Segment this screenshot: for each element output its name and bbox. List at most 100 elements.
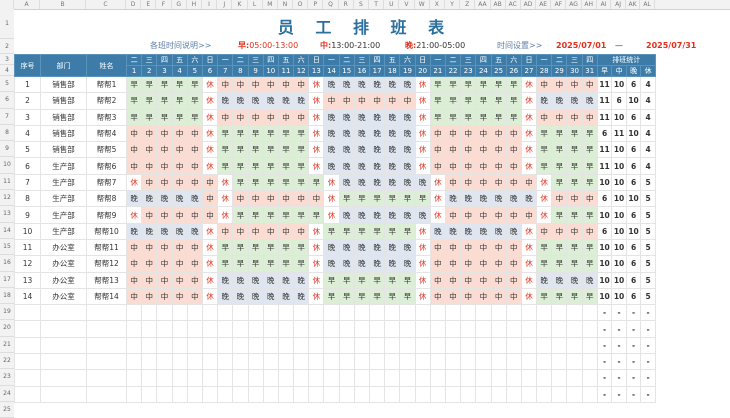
- cell-shift[interactable]: 晚: [353, 157, 371, 175]
- cell-shift[interactable]: 晚: [141, 190, 158, 208]
- cell-shift[interactable]: 晚: [338, 255, 355, 273]
- cell-shift[interactable]: 休: [414, 124, 431, 143]
- cell-shift[interactable]: 早: [551, 124, 568, 143]
- empty-cell[interactable]: [40, 369, 87, 387]
- cell-shift[interactable]: 早: [171, 92, 188, 110]
- cell-shift[interactable]: 中: [201, 190, 219, 208]
- empty-cell[interactable]: [475, 353, 492, 371]
- row-header-24[interactable]: 24: [0, 385, 14, 402]
- cell-stat[interactable]: 4: [640, 157, 656, 175]
- cell-stat[interactable]: 10: [611, 287, 627, 306]
- empty-cell[interactable]: [40, 353, 87, 371]
- empty-cell[interactable]: [536, 320, 553, 338]
- cell-shift[interactable]: 中: [186, 173, 203, 192]
- empty-cell[interactable]: [277, 353, 295, 371]
- cell-shift[interactable]: 晚: [368, 173, 386, 192]
- empty-cell[interactable]: [368, 353, 386, 371]
- cell-dept[interactable]: 销售部: [40, 75, 87, 94]
- empty-cell[interactable]: [399, 369, 416, 387]
- empty-cell[interactable]: [277, 336, 295, 355]
- cell-shift[interactable]: 中: [460, 157, 477, 175]
- cell-shift[interactable]: 中: [429, 124, 446, 143]
- cell-stat-empty[interactable]: -: [611, 320, 627, 338]
- empty-cell[interactable]: [217, 385, 234, 403]
- cell-shift[interactable]: 休: [308, 238, 325, 257]
- column-header-p[interactable]: P: [308, 0, 324, 9]
- cell-shift[interactable]: 休: [414, 75, 431, 94]
- empty-cell[interactable]: [429, 336, 446, 355]
- cell-index[interactable]: 11: [14, 238, 41, 257]
- cell-shift[interactable]: 休: [308, 124, 325, 143]
- cell-shift[interactable]: 晚: [399, 108, 416, 126]
- cell-shift[interactable]: 早: [141, 92, 158, 110]
- cell-shift[interactable]: 晚: [338, 75, 355, 94]
- cell-shift[interactable]: 早: [368, 190, 386, 208]
- empty-cell[interactable]: [186, 369, 203, 387]
- empty-cell[interactable]: [201, 385, 219, 403]
- empty-cell[interactable]: [86, 320, 127, 338]
- empty-cell[interactable]: [338, 320, 355, 338]
- cell-shift[interactable]: 休: [201, 255, 219, 273]
- cell-shift[interactable]: 中: [429, 238, 446, 257]
- empty-cell[interactable]: [201, 369, 219, 387]
- cell-shift[interactable]: 中: [444, 141, 462, 159]
- cell-stat-empty[interactable]: -: [611, 369, 627, 387]
- cell-shift[interactable]: 中: [399, 92, 416, 110]
- empty-cell[interactable]: [551, 304, 568, 322]
- cell-shift[interactable]: 晚: [217, 271, 234, 289]
- column-header-al[interactable]: AL: [640, 0, 655, 9]
- cell-shift[interactable]: 中: [125, 238, 143, 257]
- cell-shift[interactable]: 晚: [384, 75, 401, 94]
- cell-shift[interactable]: 中: [429, 255, 446, 273]
- cell-shift[interactable]: 中: [186, 255, 203, 273]
- cell-shift[interactable]: 晚: [368, 255, 386, 273]
- cell-shift[interactable]: 晚: [384, 238, 401, 257]
- column-header-e[interactable]: E: [141, 0, 157, 9]
- empty-cell[interactable]: [40, 304, 87, 322]
- cell-stat[interactable]: 5: [640, 255, 656, 273]
- cell-shift[interactable]: 早: [490, 75, 507, 94]
- cell-dept[interactable]: 销售部: [40, 124, 87, 143]
- cell-shift[interactable]: 晚: [429, 222, 446, 240]
- cell-shift[interactable]: 晚: [384, 173, 401, 192]
- empty-cell[interactable]: [520, 369, 538, 387]
- empty-cell[interactable]: [171, 385, 188, 403]
- cell-shift[interactable]: 中: [505, 124, 522, 143]
- cell-shift[interactable]: 中: [156, 206, 173, 224]
- empty-cell[interactable]: [414, 385, 431, 403]
- cell-shift[interactable]: 中: [277, 222, 295, 240]
- cell-shift[interactable]: 晚: [293, 287, 310, 306]
- cell-stat[interactable]: 6: [625, 141, 642, 159]
- cell-shift[interactable]: 中: [262, 108, 279, 126]
- empty-cell[interactable]: [353, 353, 371, 371]
- cell-stat[interactable]: 10: [611, 190, 627, 208]
- empty-cell[interactable]: [201, 353, 219, 371]
- empty-cell[interactable]: [171, 369, 188, 387]
- empty-cell[interactable]: [171, 353, 188, 371]
- cell-index[interactable]: 8: [14, 190, 41, 208]
- cell-shift[interactable]: 中: [460, 206, 477, 224]
- empty-cell[interactable]: [429, 353, 446, 371]
- empty-cell[interactable]: [277, 320, 295, 338]
- empty-cell[interactable]: [353, 304, 371, 322]
- cell-shift[interactable]: 晚: [353, 206, 371, 224]
- cell-shift[interactable]: 晚: [399, 157, 416, 175]
- cell-shift[interactable]: 中: [429, 141, 446, 159]
- cell-shift[interactable]: 早: [475, 75, 492, 94]
- cell-shift[interactable]: 早: [566, 157, 583, 175]
- empty-cell[interactable]: [186, 385, 203, 403]
- cell-shift[interactable]: 晚: [566, 92, 583, 110]
- cell-shift[interactable]: 中: [536, 108, 553, 126]
- cell-shift[interactable]: 早: [429, 92, 446, 110]
- cell-shift[interactable]: 晚: [338, 206, 355, 224]
- empty-cell[interactable]: [323, 369, 340, 387]
- empty-cell[interactable]: [201, 320, 219, 338]
- cell-shift[interactable]: 休: [308, 157, 325, 175]
- cell-stat[interactable]: 10: [611, 255, 627, 273]
- cell-shift[interactable]: 晚: [353, 238, 371, 257]
- cell-stat[interactable]: 11: [611, 124, 627, 143]
- empty-cell[interactable]: [262, 353, 279, 371]
- cell-shift[interactable]: 早: [141, 108, 158, 126]
- cell-shift[interactable]: 晚: [293, 92, 310, 110]
- empty-cell[interactable]: [338, 304, 355, 322]
